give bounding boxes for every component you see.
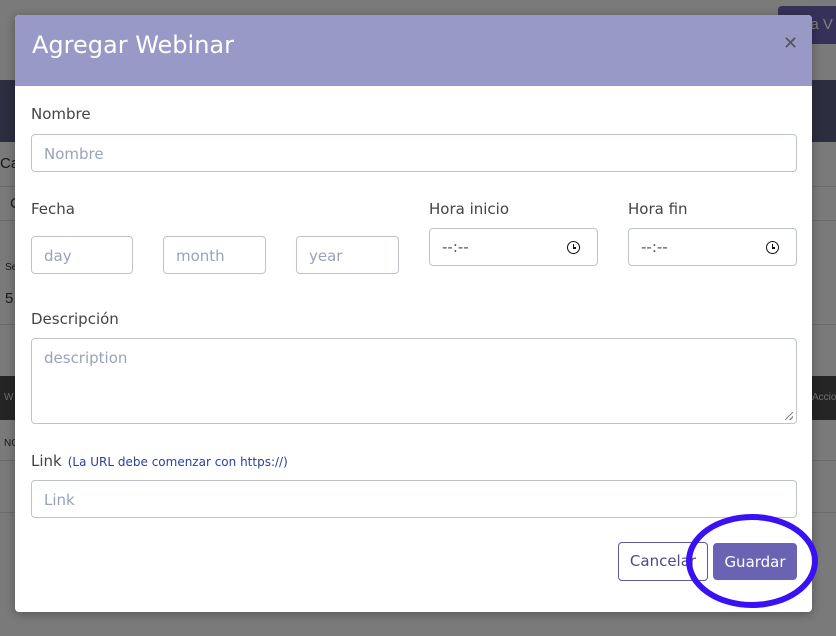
link-label-row: Link (La URL debe comenzar con https://) [31,452,288,470]
link-placeholder: Link [44,491,75,509]
add-webinar-modal: Agregar Webinar ✕ Nombre Nombre Fecha da… [15,15,812,612]
month-placeholder: month [176,247,225,265]
link-input[interactable]: Link [31,480,797,518]
hora-inicio-value: --:-- [442,238,469,256]
day-input[interactable]: day [31,236,133,274]
nombre-input[interactable]: Nombre [31,134,797,172]
link-label: Link [31,452,62,470]
descripcion-label: Descripción [31,310,119,328]
nombre-placeholder: Nombre [44,145,104,163]
modal-header: Agregar Webinar ✕ [15,15,812,86]
hora-inicio-label: Hora inicio [429,200,510,218]
modal-title: Agregar Webinar [32,31,234,59]
close-icon[interactable]: ✕ [783,34,799,52]
day-placeholder: day [44,247,72,265]
hora-fin-value: --:-- [641,238,668,256]
hora-fin-label: Hora fin [628,200,688,218]
link-hint: (La URL debe comenzar con https://) [67,455,288,469]
clock-icon[interactable] [766,241,779,254]
month-input[interactable]: month [163,236,266,274]
descripcion-textarea[interactable]: description [31,338,797,424]
year-placeholder: year [309,247,343,265]
nombre-label: Nombre [31,105,91,123]
clock-icon[interactable] [567,241,580,254]
resize-handle-icon[interactable] [785,412,793,420]
hora-fin-input[interactable]: --:-- [628,228,797,266]
highlight-circle [686,514,818,608]
hora-inicio-input[interactable]: --:-- [429,228,598,266]
fecha-label: Fecha [31,200,75,218]
year-input[interactable]: year [296,236,399,274]
descripcion-placeholder: description [44,349,128,367]
